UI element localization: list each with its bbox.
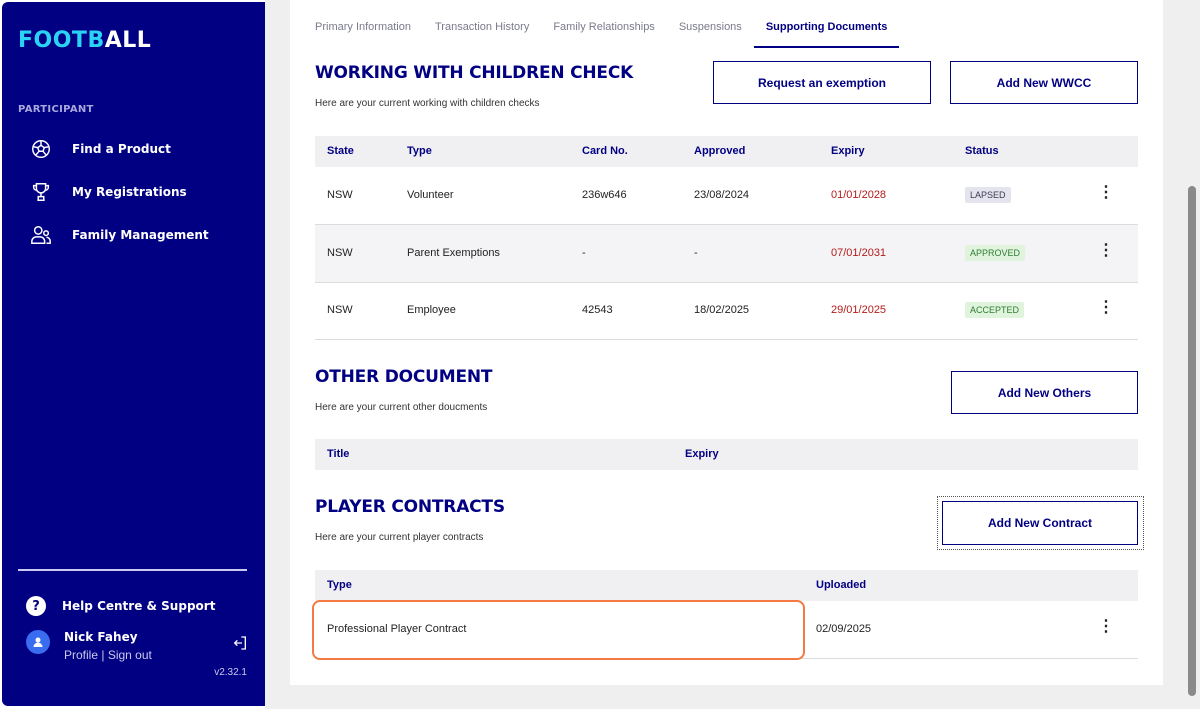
app-version: v2.32.1 xyxy=(214,667,247,678)
table-row: NSW Employee 42543 18/02/2025 29/01/2025… xyxy=(315,282,1138,340)
row-menu-icon[interactable]: ⋮ xyxy=(1098,243,1114,259)
cell-type: Employee xyxy=(407,304,456,316)
row-menu-icon[interactable]: ⋮ xyxy=(1098,185,1114,201)
family-icon xyxy=(31,226,51,244)
table-row: NSW Volunteer 236w646 23/08/2024 01/01/2… xyxy=(315,167,1138,225)
scrollbar[interactable] xyxy=(1188,186,1196,696)
row-menu-icon[interactable]: ⋮ xyxy=(1098,300,1114,316)
cell-card-no: 42543 xyxy=(582,304,613,316)
other-document-subtitle: Here are your current other doucments xyxy=(315,402,488,413)
tab-bar: Primary Information Transaction History … xyxy=(315,0,911,48)
help-icon: ? xyxy=(26,596,46,616)
help-centre-link[interactable]: ? Help Centre & Support xyxy=(26,596,215,616)
sidebar-item-label: Family Management xyxy=(72,228,209,242)
sidebar-item-find-product[interactable]: Find a Product xyxy=(30,138,171,160)
football-icon xyxy=(32,140,50,158)
cell-approved: 18/02/2025 xyxy=(694,304,750,316)
avatar xyxy=(26,630,50,654)
col-title: Title xyxy=(327,448,350,460)
wwcc-subtitle: Here are your current working with child… xyxy=(315,98,540,109)
tab-supporting-documents[interactable]: Supporting Documents xyxy=(753,0,900,48)
sidebar-divider xyxy=(18,569,247,571)
help-label: Help Centre & Support xyxy=(62,599,216,613)
cell-state: NSW xyxy=(327,304,353,316)
row-menu-icon[interactable]: ⋮ xyxy=(1098,619,1114,635)
col-expiry: Expiry xyxy=(831,145,865,157)
cell-expiry: 01/01/2028 xyxy=(831,189,887,201)
col-approved: Approved xyxy=(694,145,746,157)
profile-link[interactable]: Profile xyxy=(64,648,98,662)
user-name: Nick Fahey xyxy=(64,630,138,644)
add-new-contract-button[interactable]: Add New Contract xyxy=(942,501,1138,545)
user-profile: Nick Fahey Profile | Sign out xyxy=(26,630,152,662)
wwcc-table-header: State Type Card No. Approved Expiry Stat… xyxy=(315,136,1138,167)
cell-type: Parent Exemptions xyxy=(407,247,500,259)
col-state: State xyxy=(327,145,354,157)
cell-card-no: - xyxy=(582,247,586,259)
user-icon xyxy=(33,637,43,647)
logout-icon[interactable] xyxy=(232,635,248,651)
tab-transaction-history[interactable]: Transaction History xyxy=(435,0,541,48)
cell-type: Volunteer xyxy=(407,189,454,201)
trophy-icon xyxy=(32,183,50,201)
request-exemption-button[interactable]: Request an exemption xyxy=(713,61,931,104)
tab-family-relationships[interactable]: Family Relationships xyxy=(553,0,666,48)
sidebar: FOOTBALL PARTICIPANT Find a Product My R… xyxy=(2,2,265,706)
cell-state: NSW xyxy=(327,189,353,201)
status-badge: LAPSED xyxy=(965,187,1011,203)
logo-text-part1: FOOTB xyxy=(18,28,105,53)
cell-uploaded: 02/09/2025 xyxy=(816,623,872,635)
logo-text-part2: ALL xyxy=(104,28,152,53)
player-contracts-title: PLAYER CONTRACTS xyxy=(315,497,505,517)
football-logo[interactable]: FOOTBALL xyxy=(18,28,151,53)
col-status: Status xyxy=(965,145,999,157)
col-type: Type xyxy=(327,579,352,591)
tab-primary-information[interactable]: Primary Information xyxy=(315,0,423,48)
add-new-others-button[interactable]: Add New Others xyxy=(951,371,1138,414)
sign-out-link[interactable]: Sign out xyxy=(108,648,152,662)
sidebar-item-label: Find a Product xyxy=(72,142,171,156)
tab-suspensions[interactable]: Suspensions xyxy=(679,0,754,48)
col-expiry: Expiry xyxy=(685,448,719,460)
sidebar-item-my-registrations[interactable]: My Registrations xyxy=(30,181,187,203)
player-contracts-subtitle: Here are your current player contracts xyxy=(315,532,484,543)
other-document-title: OTHER DOCUMENT xyxy=(315,367,493,387)
col-card-no: Card No. xyxy=(582,145,628,157)
other-table-header: Title Expiry xyxy=(315,439,1138,470)
sidebar-section-label: PARTICIPANT xyxy=(18,104,94,115)
cell-approved: - xyxy=(694,247,698,259)
status-badge: ACCEPTED xyxy=(965,302,1025,318)
status-badge: APPROVED xyxy=(965,245,1026,261)
highlight-annotation xyxy=(312,600,805,660)
cell-state: NSW xyxy=(327,247,353,259)
cell-expiry: 29/01/2025 xyxy=(831,304,887,316)
cell-expiry: 07/01/2031 xyxy=(831,247,887,259)
col-uploaded: Uploaded xyxy=(816,579,867,591)
sidebar-item-family-management[interactable]: Family Management xyxy=(30,224,209,246)
wwcc-title: WORKING WITH CHILDREN CHECK xyxy=(315,63,634,83)
col-type: Type xyxy=(407,145,432,157)
sidebar-item-label: My Registrations xyxy=(72,185,187,199)
cell-card-no: 236w646 xyxy=(582,189,627,201)
add-new-wwcc-button[interactable]: Add New WWCC xyxy=(950,61,1138,104)
cell-approved: 23/08/2024 xyxy=(694,189,750,201)
table-row: NSW Parent Exemptions - - 07/01/2031 APP… xyxy=(315,225,1138,283)
contracts-table-header: Type Uploaded xyxy=(315,570,1138,601)
link-separator: | xyxy=(101,648,105,662)
